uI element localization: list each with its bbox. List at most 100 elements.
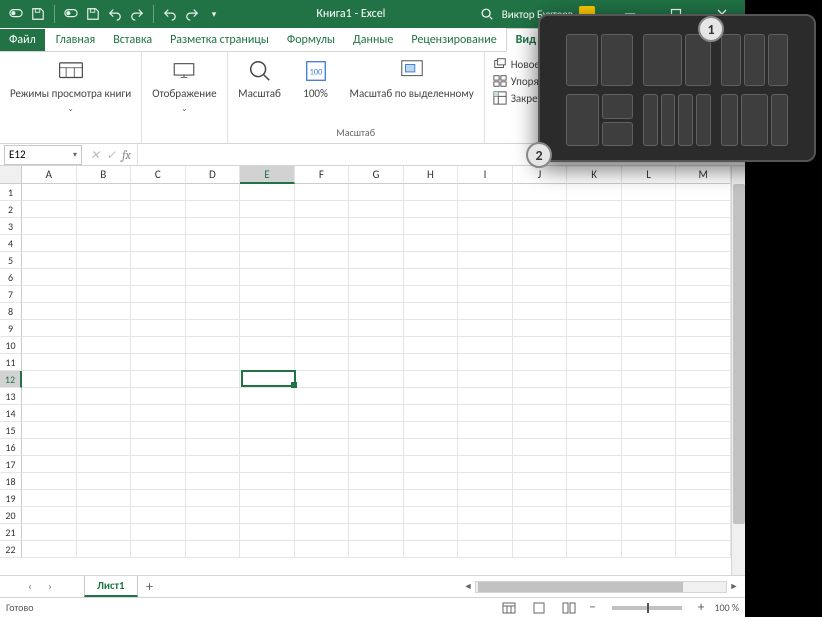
autosave-toggle-icon[interactable] (61, 4, 81, 24)
tab-главная[interactable]: Главная (47, 29, 104, 51)
cell[interactable] (131, 371, 186, 388)
cell[interactable] (513, 337, 568, 354)
cell[interactable] (349, 269, 404, 286)
cell[interactable] (404, 388, 459, 405)
cell[interactable] (77, 320, 132, 337)
cell[interactable] (22, 422, 77, 439)
column-header[interactable]: F (295, 166, 350, 184)
cell[interactable] (240, 218, 295, 235)
cell[interactable] (567, 201, 622, 218)
cell[interactable] (131, 388, 186, 405)
cell[interactable] (567, 524, 622, 541)
cell[interactable] (622, 439, 677, 456)
snap-layout-option[interactable] (643, 34, 710, 86)
cell[interactable] (186, 405, 241, 422)
cell[interactable] (676, 541, 731, 558)
cell[interactable] (404, 422, 459, 439)
cell[interactable] (676, 201, 731, 218)
cell[interactable] (77, 422, 132, 439)
cell[interactable] (240, 456, 295, 473)
cell[interactable] (131, 473, 186, 490)
cell[interactable] (349, 320, 404, 337)
cell[interactable] (622, 541, 677, 558)
cell[interactable] (77, 371, 132, 388)
column-header[interactable]: M (676, 166, 731, 184)
cell[interactable] (131, 235, 186, 252)
row-header[interactable]: 6 (0, 269, 22, 286)
tab-вставка[interactable]: Вставка (104, 29, 161, 51)
snap-layout-flyout[interactable] (538, 14, 816, 162)
cell[interactable] (77, 269, 132, 286)
cell[interactable] (513, 320, 568, 337)
cell[interactable] (622, 252, 677, 269)
cell[interactable] (131, 252, 186, 269)
cell[interactable] (186, 439, 241, 456)
accept-formula-icon[interactable]: ✓ (106, 148, 116, 162)
cell[interactable] (458, 252, 513, 269)
cell[interactable] (676, 354, 731, 371)
row-header[interactable]: 20 (0, 507, 22, 524)
snap-layout-option[interactable] (721, 34, 788, 86)
cell[interactable] (22, 490, 77, 507)
cell[interactable] (567, 439, 622, 456)
cell[interactable] (22, 439, 77, 456)
cell[interactable] (676, 524, 731, 541)
save-icon[interactable] (83, 4, 103, 24)
cell[interactable] (567, 252, 622, 269)
cell[interactable] (186, 269, 241, 286)
cell[interactable] (513, 371, 568, 388)
cell[interactable] (240, 371, 295, 388)
sheet-prev-button[interactable]: ‹ (20, 577, 40, 597)
cell[interactable] (622, 269, 677, 286)
cell[interactable] (240, 354, 295, 371)
cell[interactable] (676, 439, 731, 456)
cell[interactable] (622, 456, 677, 473)
cell[interactable] (77, 388, 132, 405)
cell[interactable] (131, 201, 186, 218)
cell[interactable] (458, 524, 513, 541)
cell[interactable] (458, 473, 513, 490)
cell[interactable] (458, 405, 513, 422)
page-break-view-icon[interactable] (559, 600, 579, 616)
cell[interactable] (240, 473, 295, 490)
row-header[interactable]: 18 (0, 473, 22, 490)
cell[interactable] (186, 252, 241, 269)
cell[interactable] (22, 456, 77, 473)
row-header[interactable]: 3 (0, 218, 22, 235)
cell[interactable] (349, 354, 404, 371)
undo-icon[interactable] (105, 4, 125, 24)
cell[interactable] (567, 507, 622, 524)
cell[interactable] (404, 490, 459, 507)
cell[interactable] (458, 303, 513, 320)
cell[interactable] (676, 252, 731, 269)
sheet-tab[interactable]: Лист1 (84, 576, 138, 597)
cell[interactable] (186, 507, 241, 524)
cell[interactable] (567, 371, 622, 388)
name-box[interactable]: E12 ▾ (4, 145, 82, 165)
cell[interactable] (22, 286, 77, 303)
cell[interactable] (295, 252, 350, 269)
cell[interactable] (676, 303, 731, 320)
column-header[interactable]: A (22, 166, 77, 184)
cell[interactable] (349, 303, 404, 320)
cell[interactable] (186, 456, 241, 473)
column-header[interactable]: B (77, 166, 132, 184)
cell[interactable] (676, 337, 731, 354)
cell[interactable] (622, 303, 677, 320)
row-header[interactable]: 5 (0, 252, 22, 269)
cell[interactable] (131, 422, 186, 439)
zoom-100-button[interactable]: 100 100% (290, 56, 342, 103)
cell[interactable] (295, 490, 350, 507)
cell[interactable] (240, 286, 295, 303)
cell[interactable] (22, 541, 77, 558)
cell[interactable] (458, 507, 513, 524)
cell[interactable] (404, 439, 459, 456)
cell[interactable] (240, 269, 295, 286)
cell[interactable] (404, 320, 459, 337)
cell[interactable] (622, 201, 677, 218)
cell[interactable] (676, 320, 731, 337)
cell[interactable] (77, 337, 132, 354)
cell[interactable] (22, 473, 77, 490)
cell[interactable] (295, 473, 350, 490)
cell[interactable] (186, 388, 241, 405)
